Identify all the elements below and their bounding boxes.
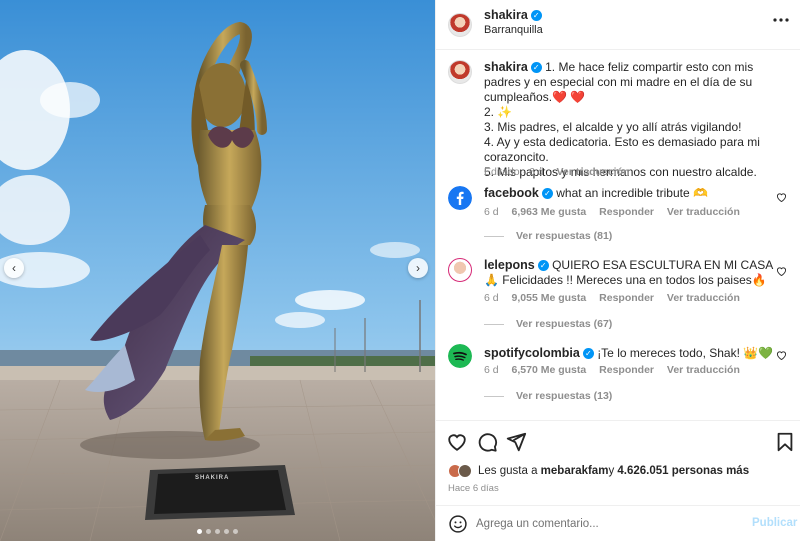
next-image-button[interactable]: › [408,258,428,278]
caption-meta: Editado · 6 d Ver traducción [484,166,639,178]
author-username[interactable]: shakira [484,8,528,22]
carousel-dot [215,529,220,534]
post-caption: shakira ✓ 1. Me hace feliz compartir esto… [448,60,788,180]
reply-button[interactable]: Responder [599,206,654,218]
likes-count[interactable]: 4.626.051 personas más [617,465,749,477]
caption-avatar[interactable] [448,60,472,84]
plaque-text: SHAKIRA [195,475,230,481]
comment-likes[interactable]: 6,963 Me gusta [512,206,587,218]
comment-composer: Publicar [436,505,800,541]
view-replies-button[interactable]: Ver respuestas (81) [484,230,612,242]
facebook-avatar-icon[interactable] [448,186,472,210]
caption-line: 2. ✨ [484,105,513,119]
carousel-dots [0,529,435,534]
author-avatar[interactable] [448,13,472,37]
carousel-dot [233,529,238,534]
caption-edited: Editado · 6 d [484,166,544,178]
post-location[interactable]: Barranquilla [484,24,543,36]
reply-button[interactable]: Responder [599,364,654,376]
caption-username[interactable]: shakira [484,60,528,74]
liker-avatars [448,464,472,478]
comment-meta: 6 d 6,963 Me gusta Responder Ver traducc… [484,206,740,218]
caption-text: shakira ✓ 1. Me hace feliz compartir esto… [484,60,784,180]
view-replies-label: Ver respuestas (81) [516,230,613,242]
spotify-avatar-icon[interactable] [448,344,472,368]
view-replies-label: Ver respuestas (67) [516,318,613,330]
translate-link[interactable]: Ver traducción [667,292,740,304]
comment-age: 6 d [484,364,499,376]
share-paper-plane-icon[interactable] [505,431,527,453]
like-heart-icon[interactable] [446,431,468,453]
replies-divider [484,235,504,237]
likes-summary: Les gusta a mebarakfam y 4.626.051 perso… [448,464,749,478]
like-comment-heart-icon[interactable] [776,192,787,202]
caption-line: 4. Ay y esta dedicatoria. Esto es demasi… [484,135,760,164]
caption-translate-link[interactable]: Ver traducción [556,166,629,178]
carousel-dot [206,529,211,534]
publish-button[interactable]: Publicar [752,517,797,529]
comment-body: ¡Te lo mereces todo, Shak! 👑💚 [597,346,774,360]
like-comment-heart-icon[interactable] [776,266,787,276]
comment-username[interactable]: facebook [484,186,539,200]
likes-user[interactable]: mebarakfam [541,465,609,477]
lelepons-avatar[interactable] [448,258,472,282]
like-comment-heart-icon[interactable] [776,350,787,360]
comment-likes[interactable]: 6,570 Me gusta [512,364,587,376]
view-replies-label: Ver respuestas (13) [516,390,613,402]
comment-body: what an incredible tribute 🫶 [556,186,708,200]
carousel-dot [197,529,202,534]
view-replies-button[interactable]: Ver respuestas (67) [484,318,612,330]
post-action-bar [436,420,800,458]
caption-line: 3. Mis padres, el alcalde y yo allí atrá… [484,120,742,134]
statue-photo [0,0,435,541]
instagram-post: SHAKIRA ‹ › shakira ✓ Barranquilla shaki… [0,0,800,541]
save-bookmark-icon[interactable] [774,431,796,453]
comment-input[interactable] [476,515,736,533]
view-replies-button[interactable]: Ver respuestas (13) [484,390,612,402]
comment-meta: 6 d 6,570 Me gusta Responder Ver traducc… [484,364,740,376]
author-name-row: shakira ✓ [484,8,542,22]
comment-age: 6 d [484,292,499,304]
comment-username[interactable]: lelepons [484,258,535,272]
verified-badge-icon: ✓ [537,260,549,272]
post-timestamp[interactable]: Hace 6 días [448,483,499,494]
more-options-icon[interactable] [773,18,789,22]
translate-link[interactable]: Ver traducción [667,206,740,218]
post-image[interactable]: SHAKIRA ‹ › [0,0,435,541]
comment-meta: 6 d 9,055 Me gusta Responder Ver traducc… [484,292,740,304]
likes-prefix: Les gusta a [478,465,538,477]
emoji-icon[interactable] [448,514,468,534]
comment-username[interactable]: spotifycolombia [484,346,580,360]
comment-item: facebook ✓ what an incredible tribute 🫶 6… [448,186,788,256]
post-header: shakira ✓ Barranquilla [436,0,800,50]
comment-likes[interactable]: 9,055 Me gusta [512,292,587,304]
verified-badge-icon: ✓ [541,188,553,200]
comment-item: spotifycolombia ✓ ¡Te lo mereces todo, Sh… [448,344,788,414]
comment-item: lelepons ✓ QUIERO ESA ESCULTURA EN MI CAS… [448,258,788,342]
translate-link[interactable]: Ver traducción [667,364,740,376]
comment-text: facebook ✓ what an incredible tribute 🫶 [484,186,784,201]
verified-badge-icon: ✓ [530,10,542,22]
verified-badge-icon: ✓ [530,62,542,74]
liker-avatar[interactable] [458,464,472,478]
comment-bubble-icon[interactable] [476,431,498,453]
likes-middle: y [608,465,615,477]
comment-text: spotifycolombia ✓ ¡Te lo mereces todo, Sh… [484,346,784,361]
replies-divider [484,323,504,325]
post-panel: shakira ✓ Barranquilla shakira ✓ 1. Me hac… [435,0,800,541]
replies-divider [484,395,504,397]
previous-image-button[interactable]: ‹ [4,258,24,278]
carousel-dot [224,529,229,534]
comment-age: 6 d [484,206,499,218]
reply-button[interactable]: Responder [599,292,654,304]
comments-scroll-area[interactable]: shakira ✓ 1. Me hace feliz compartir esto… [436,50,800,420]
comment-text: lelepons ✓ QUIERO ESA ESCULTURA EN MI CAS… [484,258,784,288]
verified-badge-icon: ✓ [582,348,594,360]
